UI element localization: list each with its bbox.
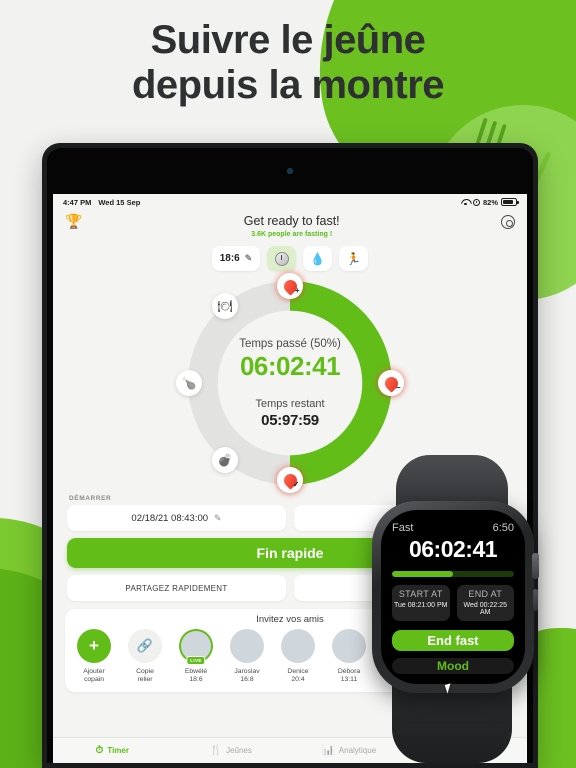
watch-start-card[interactable]: START AT Tue 08:21:00 PM: [392, 584, 450, 621]
watch-end-value: Wed 00:22:25 AM: [463, 601, 507, 616]
wifi-icon: [461, 199, 470, 206]
pencil-icon[interactable]: ✎: [245, 253, 253, 264]
location-icon: [472, 198, 480, 206]
watch-app-title: Fast: [392, 522, 414, 534]
share-quickly-button[interactable]: PARTAGEZ RAPIDEMENT: [67, 575, 286, 601]
friend-plan: 16:8: [240, 676, 254, 684]
elapsed-label: Temps passé (50%): [239, 337, 341, 350]
list-item[interactable]: Denice 20:4: [277, 629, 319, 685]
watch-times-row: START AT Tue 08:21:00 PM END AT Wed 00:2…: [392, 584, 514, 621]
blood-drop-check-icon: ✓: [284, 474, 300, 488]
friend-name: Denice: [287, 668, 309, 675]
friend-name: Ajouter: [83, 668, 105, 675]
watch-end-label: END AT: [468, 588, 503, 599]
avatar[interactable]: LIVE: [179, 629, 213, 665]
watch-clock: 6:50: [492, 522, 514, 534]
list-item[interactable]: LIVE Ebwélé 18:6: [175, 629, 217, 685]
friend-name-2: relier: [137, 676, 153, 684]
food-badge[interactable]: 🍽: [212, 293, 238, 319]
chip-water[interactable]: 💧: [303, 246, 333, 271]
avatar-image: [230, 629, 264, 663]
watch-start-label: START AT: [398, 588, 443, 599]
page-title: Get ready to fast!: [243, 214, 340, 228]
chicken-leg-icon: 🍗: [181, 376, 197, 390]
chip-plan-label: 18:6: [219, 253, 240, 264]
smartwatch-device: Fast 6:50 06:02:41 START AT Tue 08:21:00…: [358, 455, 548, 763]
avatar[interactable]: [230, 629, 264, 663]
remaining-value: 05:97:59: [261, 411, 319, 429]
watch-end-card[interactable]: END AT Wed 00:22:25 AM: [456, 584, 514, 621]
headline-line-1: Suivre le jeûne: [150, 18, 426, 62]
poster-headline: Suivre le jeûne depuis la montre: [0, 18, 576, 108]
live-badge: LIVE: [186, 656, 206, 665]
app-header: 🏆 Get ready to fast! 3.6K people are fas…: [53, 210, 527, 240]
chart-icon: 📊: [322, 745, 335, 756]
watch-mood-button[interactable]: Mood: [392, 657, 514, 674]
timer-icon: ⏱: [95, 745, 104, 756]
friend-name: Copie: [136, 668, 154, 675]
chip-plan[interactable]: 18:6 ✎: [211, 246, 261, 271]
bomb-icon: 💣: [217, 453, 233, 467]
friend-plan: 18:6: [189, 676, 203, 684]
friend-name: Jaroslav: [234, 668, 260, 675]
digital-crown[interactable]: [532, 553, 539, 579]
blood-drop-minus-icon: −: [385, 377, 401, 391]
avatar-image: [281, 629, 315, 663]
cutlery-icon: 🍴: [209, 745, 223, 756]
battery-percent: 82%: [482, 197, 498, 207]
start-date-field[interactable]: 02/18/21 08:43:00 ✎: [67, 505, 286, 531]
poster-stage: Suivre le jeûne depuis la montre 4:47 PM…: [0, 0, 576, 768]
watch-start-value: Tue 08:21:00 PM: [394, 601, 448, 609]
side-button[interactable]: [533, 589, 538, 611]
blood-drop-plus-icon: +: [284, 280, 300, 294]
remaining-label: Temps restant: [255, 397, 325, 410]
front-camera: [287, 168, 293, 174]
tab-timer-label: Timer: [107, 746, 129, 755]
status-date: Wed 15 Sep: [98, 197, 141, 207]
status-bar: 4:47 PM Wed 15 Sep 82%: [53, 194, 527, 210]
tab-fasts-label: Jeûnes: [226, 746, 252, 755]
avatar[interactable]: [281, 629, 315, 663]
watch-timer-value: 06:02:41: [408, 536, 498, 562]
watch-end-fast-button[interactable]: End fast: [392, 629, 514, 651]
remove-fast-badge[interactable]: −: [378, 370, 404, 396]
watch-screen: Fast 6:50 06:02:41 START AT Tue 08:21:00…: [381, 510, 525, 684]
friend-name: Ebwélé: [184, 668, 208, 675]
chip-activity[interactable]: 🏃: [339, 246, 369, 271]
water-drop-icon: 💧: [310, 251, 326, 266]
gear-icon[interactable]: [501, 215, 515, 229]
watch-status-row: Fast 6:50: [392, 522, 514, 534]
battery-icon: [501, 198, 519, 206]
status-time: 4:47 PM: [63, 197, 92, 207]
headline-line-2: depuis la montre: [131, 62, 445, 107]
runner-icon: 🏃: [346, 251, 362, 266]
pencil-icon[interactable]: ✎: [214, 513, 222, 524]
list-item[interactable]: Jaroslav 16:8: [226, 629, 268, 685]
watch-progress-bar: [392, 571, 514, 577]
bomb-badge[interactable]: 💣: [212, 447, 238, 473]
fasting-count-label: 3.6K people are fasting !: [251, 231, 333, 238]
mode-chips: 18:6 ✎ 💧 🏃: [53, 246, 527, 271]
tab-timer[interactable]: ⏱ Timer: [53, 745, 172, 756]
list-item[interactable]: + Ajouter copain: [73, 629, 115, 685]
friend-plan: 20:4: [291, 676, 305, 684]
friend-name-2: copain: [83, 676, 105, 684]
tab-fasts[interactable]: 🍴 Jeûnes: [172, 745, 291, 756]
food-icon: 🍽: [217, 299, 233, 313]
list-item[interactable]: 🔗 Copie relier: [124, 629, 166, 685]
clock-icon: [274, 251, 289, 266]
copy-link-icon[interactable]: 🔗: [128, 629, 162, 663]
trophy-icon[interactable]: 🏆: [65, 214, 82, 228]
chicken-badge[interactable]: 🍗: [176, 370, 202, 396]
add-fast-badge[interactable]: +: [277, 273, 303, 299]
start-date-value: 02/18/21 08:43:00: [131, 512, 209, 524]
chip-timer[interactable]: [267, 246, 297, 271]
watch-body: Fast 6:50 06:02:41 START AT Tue 08:21:00…: [372, 501, 539, 693]
elapsed-value: 06:02:41: [239, 350, 341, 381]
add-friend-icon[interactable]: +: [77, 629, 111, 663]
complete-fast-badge[interactable]: ✓: [277, 467, 303, 493]
